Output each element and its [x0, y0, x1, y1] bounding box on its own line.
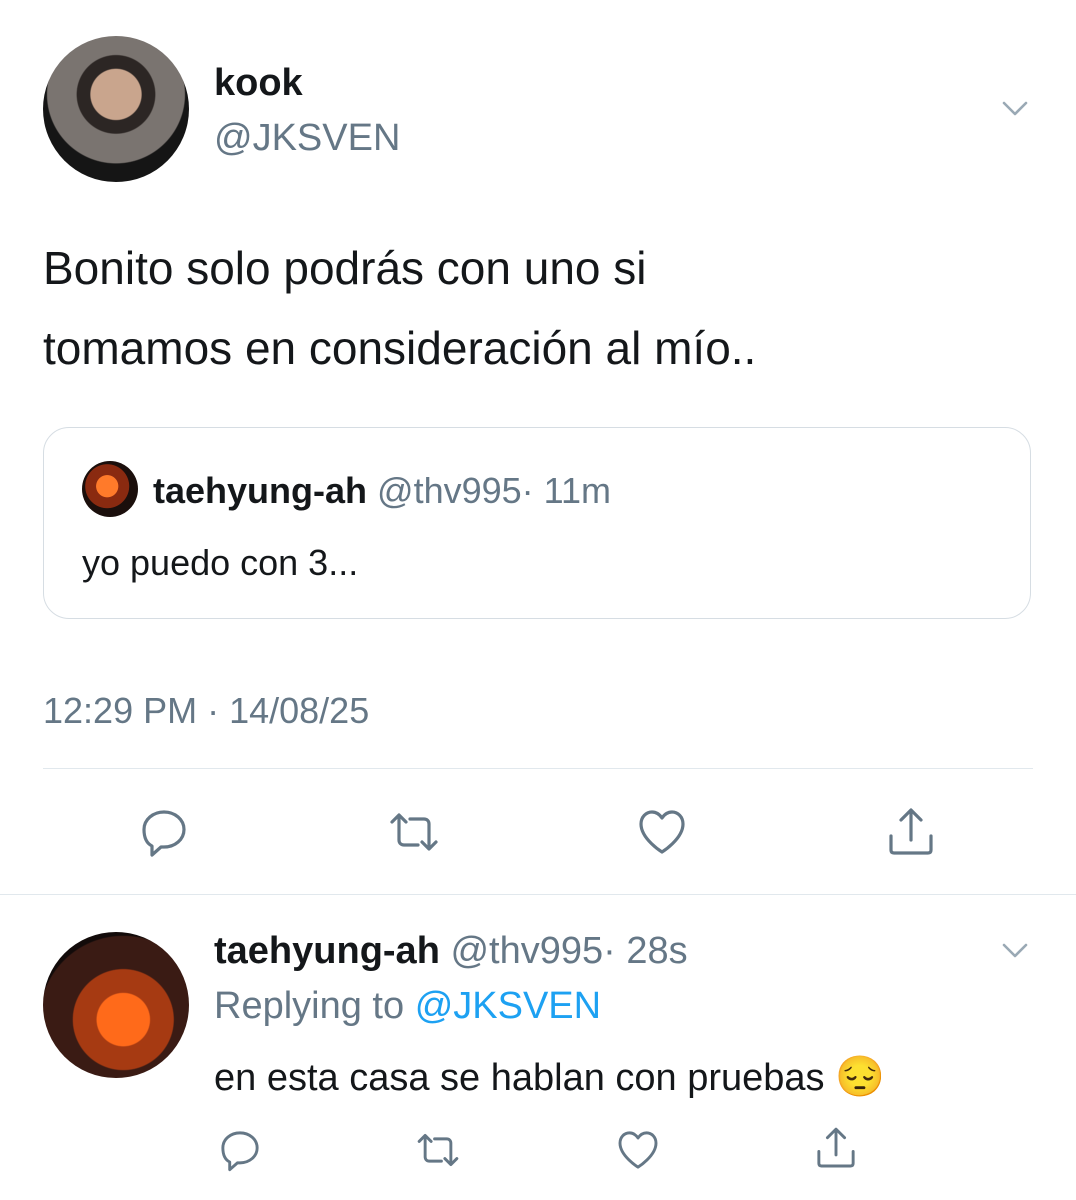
reply-text: en esta casa se hablan con pruebas — [214, 1057, 825, 1099]
tweet-text: Bonito solo podrás con uno si tomamos en… — [43, 228, 1043, 388]
share-icon[interactable] — [883, 804, 939, 865]
tweet-text-line: Bonito solo podrás con uno si — [43, 242, 647, 294]
tweet-text-line: tomamos en consideración al mío.. — [43, 322, 757, 374]
quoted-author-handle: @thv995 — [377, 470, 522, 511]
reply-icon[interactable] — [216, 1126, 264, 1179]
timestamp[interactable]: 12:29 PM · 14/08/25 — [43, 690, 369, 732]
quoted-header: taehyung-ah @thv995· 11m — [153, 470, 611, 512]
quoted-text: yo puedo con 3... — [82, 542, 359, 583]
reply-avatar[interactable] — [43, 932, 189, 1078]
heart-icon[interactable] — [634, 804, 690, 865]
quoted-tweet-card[interactable] — [43, 427, 1031, 619]
replying-to: Replying to @JKSVEN — [214, 985, 601, 1028]
quoted-author-name: taehyung-ah — [153, 470, 368, 511]
chevron-down-icon[interactable] — [1001, 94, 1029, 127]
retweet-icon[interactable] — [414, 1126, 462, 1179]
divider — [0, 894, 1076, 895]
reply-header: taehyung-ah @thv995· 28s — [214, 930, 688, 973]
pensive-face-emoji: 😔 — [835, 1055, 885, 1099]
divider — [43, 768, 1033, 769]
author-name[interactable]: kook — [214, 62, 303, 105]
reply-text-row: en esta casa se hablan con pruebas 😔 — [214, 1053, 885, 1100]
author-handle[interactable]: @JKSVEN — [214, 117, 400, 160]
replying-handle-link[interactable]: @JKSVEN — [415, 985, 601, 1027]
quoted-time: · 11m — [521, 470, 612, 511]
quoted-avatar — [82, 461, 138, 517]
share-icon[interactable] — [812, 1124, 860, 1177]
reply-author-name[interactable]: taehyung-ah — [214, 930, 440, 972]
replying-prefix: Replying to — [214, 985, 405, 1027]
chevron-down-icon[interactable] — [1001, 936, 1029, 969]
retweet-icon[interactable] — [386, 804, 442, 865]
heart-icon[interactable] — [614, 1126, 662, 1179]
reply-icon[interactable] — [136, 804, 192, 865]
avatar[interactable] — [43, 36, 189, 182]
reply-time: · 28s — [603, 930, 688, 972]
reply-author-handle[interactable]: @thv995 — [450, 930, 603, 972]
